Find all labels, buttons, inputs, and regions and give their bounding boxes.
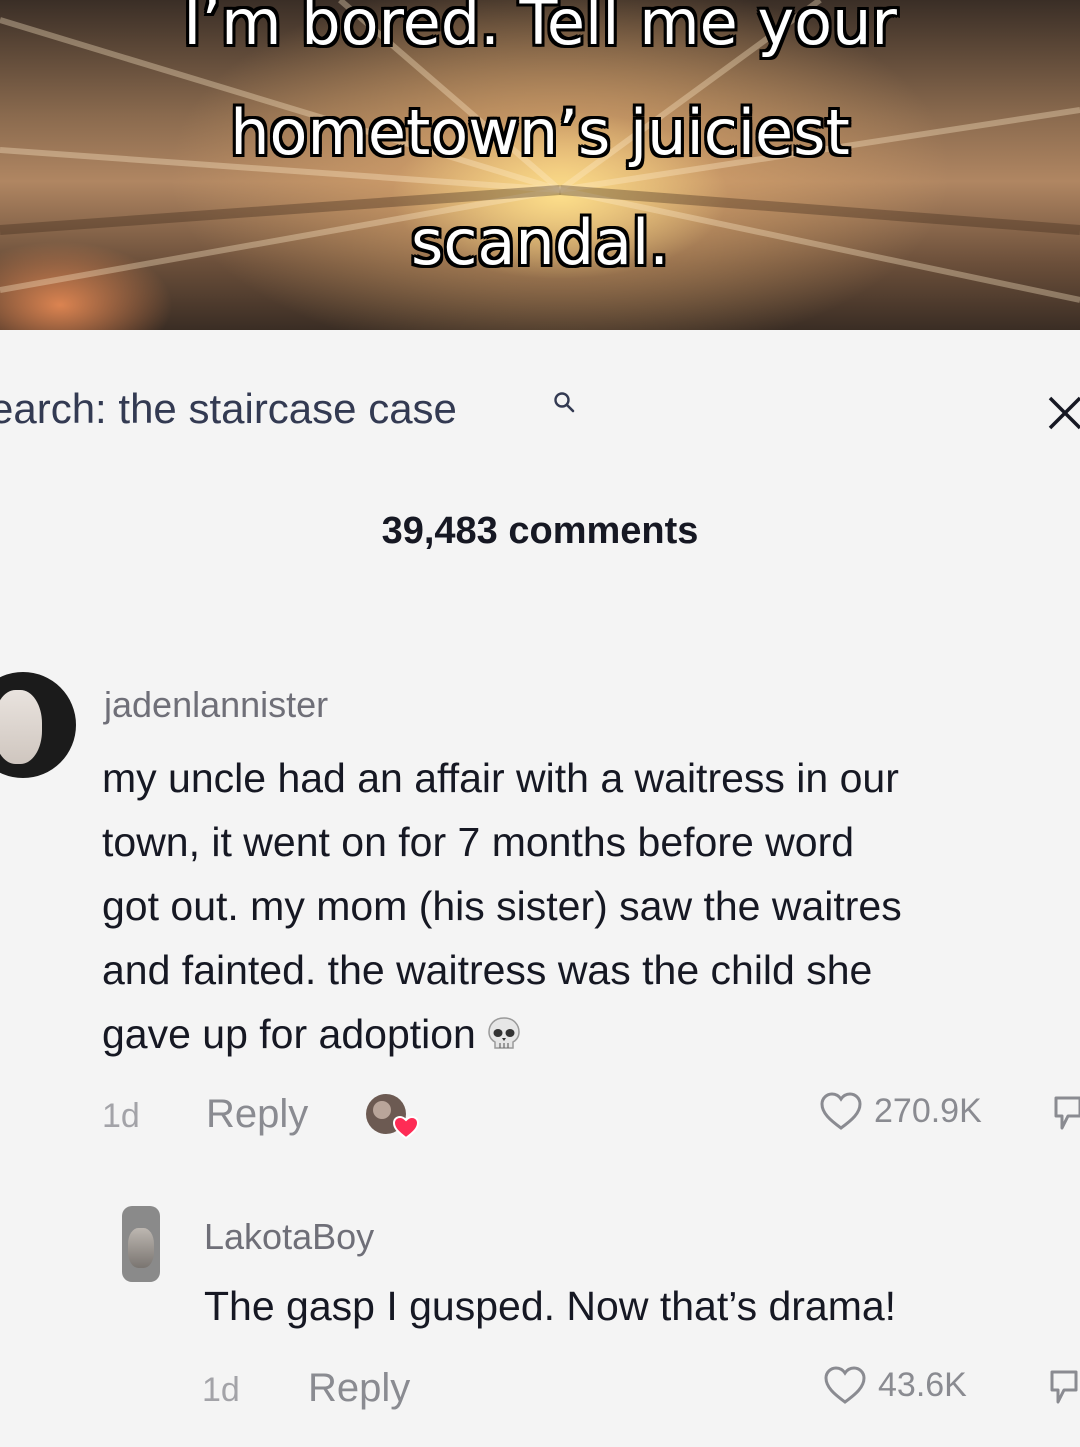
search-prefix: earch: xyxy=(0,385,119,432)
dislike-icon[interactable] xyxy=(1048,1368,1080,1408)
caption-line: hometown’s juiciest xyxy=(230,96,850,169)
comments-count: 39,483 comments xyxy=(381,510,699,552)
search-bar: earch: the staircase case xyxy=(0,330,1080,490)
reply-button[interactable]: Reply xyxy=(206,1092,308,1136)
search-icon[interactable] xyxy=(552,390,576,414)
heart-icon xyxy=(820,1092,862,1130)
avatar[interactable] xyxy=(122,1206,160,1282)
video-preview[interactable]: I’m bored. Tell me your hometown’s juici… xyxy=(0,0,1080,330)
like-count: 43.6K xyxy=(878,1365,967,1404)
caption-line: I’m bored. Tell me your xyxy=(183,0,897,59)
heart-icon xyxy=(824,1366,866,1404)
avatar-face xyxy=(0,690,42,764)
comment-text: my uncle had an affair with a waitress i… xyxy=(102,746,902,1066)
comment-line: The gasp I gusped. Now that’s drama! xyxy=(204,1283,897,1329)
creator-liked-icon xyxy=(366,1094,420,1140)
video-caption: I’m bored. Tell me your hometown’s juici… xyxy=(0,0,1080,330)
comment-text: The gasp I gusped. Now that’s drama! xyxy=(204,1274,896,1338)
like-button[interactable]: 43.6K xyxy=(822,1364,967,1406)
comment-line: and fainted. the waitress was the child … xyxy=(102,947,873,993)
comment-line: town, it went on for 7 months before wor… xyxy=(102,819,855,865)
related-search-link[interactable]: earch: the staircase case xyxy=(0,384,457,434)
close-icon[interactable] xyxy=(1046,394,1080,434)
comment-time: 1d xyxy=(102,1097,140,1135)
comment-time: 1d xyxy=(202,1371,240,1409)
reply-button[interactable]: Reply xyxy=(308,1366,410,1410)
search-query: the staircase case xyxy=(118,385,457,432)
comment-username[interactable]: jadenlannister xyxy=(104,684,328,726)
caption-line: scandal. xyxy=(411,206,669,279)
avatar[interactable] xyxy=(0,672,76,778)
comment-username[interactable]: LakotaBoy xyxy=(204,1216,374,1258)
comment-line: gave up for adoption xyxy=(102,1002,902,1066)
tiktok-comments-screen: I’m bored. Tell me your hometown’s juici… xyxy=(0,0,1080,1447)
skull-emoji-icon xyxy=(488,1017,520,1049)
dislike-icon[interactable] xyxy=(1052,1094,1080,1134)
avatar-face xyxy=(128,1228,154,1268)
like-count: 270.9K xyxy=(874,1091,982,1130)
comment-line-text: gave up for adoption xyxy=(102,1011,476,1057)
comment-line: got out. my mom (his sister) saw the wai… xyxy=(102,883,902,929)
comment-line: my uncle had an affair with a waitress i… xyxy=(102,755,899,801)
like-button[interactable]: 270.9K xyxy=(818,1090,982,1132)
